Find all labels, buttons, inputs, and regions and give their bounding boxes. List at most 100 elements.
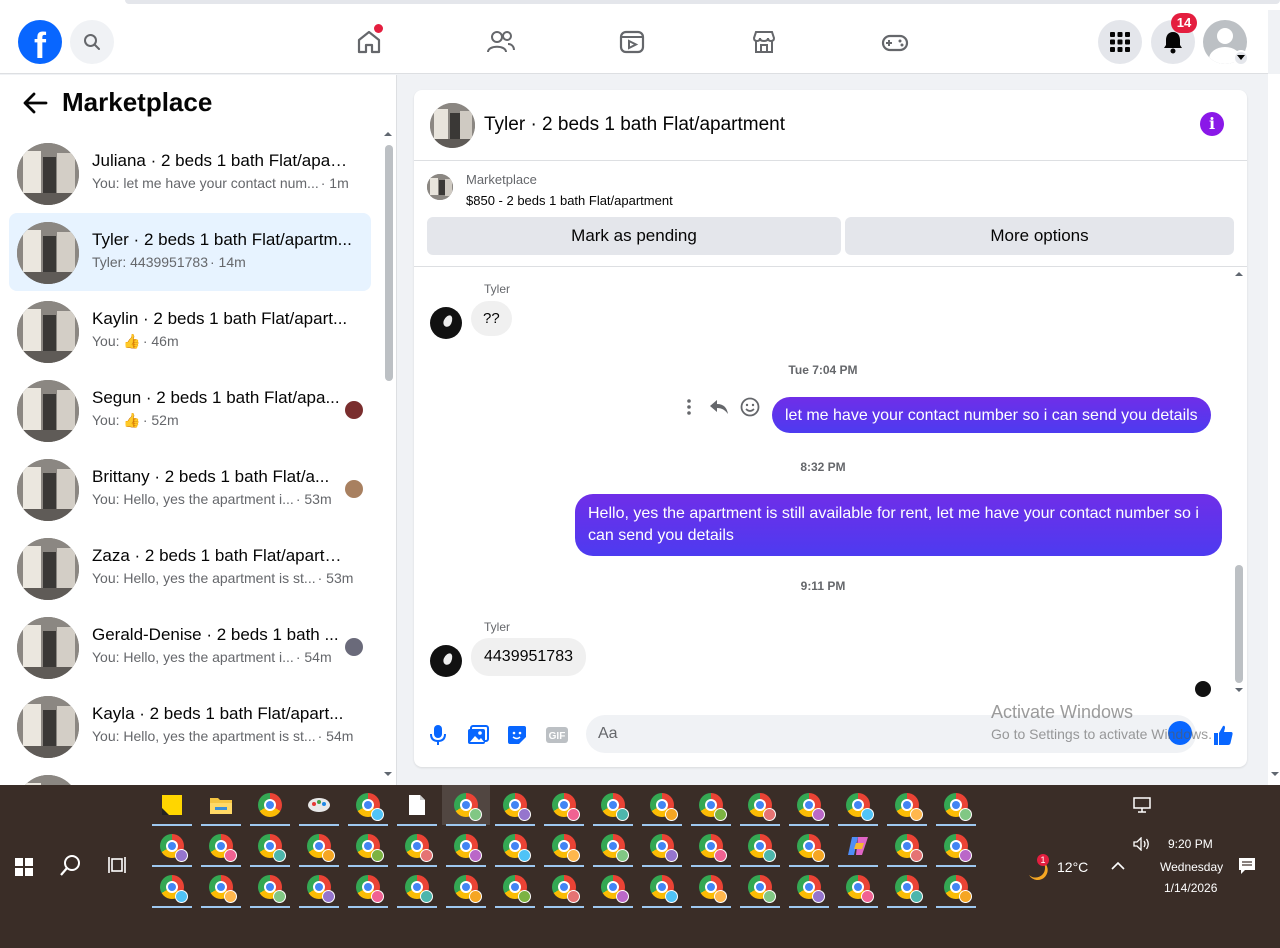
chrome-icon[interactable] <box>540 826 588 867</box>
chrome-icon[interactable] <box>638 785 686 826</box>
chevron-up-icon[interactable] <box>1111 861 1125 871</box>
chrome-icon[interactable] <box>785 785 833 826</box>
outgoing-message[interactable]: Hello, yes the apartment is still availa… <box>575 494 1222 556</box>
notification-center-icon[interactable] <box>1238 857 1256 875</box>
chrome-icon[interactable] <box>442 785 490 826</box>
chrome-icon[interactable] <box>442 826 490 867</box>
chrome-icon[interactable] <box>834 785 882 826</box>
chrome-icon[interactable] <box>295 826 343 867</box>
listing-small-thumbnail[interactable] <box>427 174 453 200</box>
gif-icon[interactable]: GIF <box>544 722 570 748</box>
chrome-icon[interactable] <box>687 826 735 867</box>
chrome-icon[interactable] <box>344 826 392 867</box>
conversation-item[interactable]: Kayla · 2 beds 1 bath Flat/apart... You: … <box>9 687 371 765</box>
chrome-icon[interactable] <box>197 826 245 867</box>
outgoing-message[interactable]: let me have your contact number so i can… <box>772 397 1211 433</box>
chrome-icon[interactable] <box>344 867 392 908</box>
chrome-icon[interactable] <box>246 785 294 826</box>
chrome-icon[interactable] <box>932 785 980 826</box>
clock-time[interactable]: 9:20 PM <box>1168 837 1213 851</box>
chrome-icon[interactable] <box>491 867 539 908</box>
marketplace-tab[interactable] <box>744 24 784 60</box>
chrome-icon[interactable] <box>638 867 686 908</box>
chrome-icon[interactable] <box>785 826 833 867</box>
chrome-icon[interactable] <box>736 867 784 908</box>
chrome-icon[interactable] <box>393 826 441 867</box>
windows-start-icon[interactable] <box>15 858 33 876</box>
chrome-icon[interactable] <box>491 826 539 867</box>
search-button[interactable] <box>70 20 114 64</box>
conversation-item[interactable]: Segun · 2 beds 1 bath Flat/apa... You: 👍 ·… <box>9 371 371 449</box>
sticker-icon[interactable] <box>504 722 530 748</box>
chrome-icon[interactable] <box>883 785 931 826</box>
conversation-item[interactable]: Tyler · 2 beds 1 bath Flat/apartm... Tyle… <box>9 213 371 291</box>
chevron-down-icon[interactable] <box>1233 50 1249 66</box>
listing-price[interactable]: $850 - 2 beds 1 bath Flat/apartment <box>466 193 673 208</box>
notifications-button[interactable]: 14 <box>1151 13 1197 64</box>
sender-avatar[interactable] <box>430 645 462 677</box>
more-options-button[interactable]: More options <box>845 217 1234 255</box>
conversation-item[interactable]: Zaza · 2 beds 1 bath Flat/apartm... You: … <box>9 529 371 607</box>
microphone-icon[interactable] <box>425 722 451 748</box>
thumbs-up-icon[interactable] <box>1210 722 1236 748</box>
home-tab[interactable] <box>349 24 389 60</box>
conversation-item[interactable]: Kaylin · 2 beds 1 bath Flat/apart... You:… <box>9 292 371 370</box>
react-smiley-icon[interactable] <box>739 396 761 418</box>
taskbar-search-icon[interactable] <box>59 853 83 877</box>
chrome-icon[interactable] <box>932 867 980 908</box>
chrome-icon[interactable] <box>589 867 637 908</box>
back-arrow-icon[interactable] <box>22 91 48 115</box>
chrome-icon[interactable] <box>785 867 833 908</box>
more-actions-icon[interactable] <box>678 396 700 418</box>
chrome-icon[interactable] <box>197 867 245 908</box>
clock-date[interactable]: 1/14/2026 <box>1164 881 1217 895</box>
chrome-icon[interactable] <box>442 867 490 908</box>
chrome-icon[interactable] <box>589 826 637 867</box>
reply-icon[interactable] <box>708 396 730 418</box>
chrome-icon[interactable] <box>246 826 294 867</box>
chrome-icon[interactable] <box>932 826 980 867</box>
chrome-icon[interactable] <box>883 867 931 908</box>
chrome-icon[interactable] <box>589 785 637 826</box>
chrome-icon[interactable] <box>148 826 196 867</box>
document-icon[interactable] <box>393 785 441 826</box>
file-explorer-icon[interactable] <box>197 785 245 826</box>
incoming-message[interactable]: 4439951783 <box>471 638 586 676</box>
chrome-icon[interactable] <box>540 867 588 908</box>
chrome-icon[interactable] <box>295 867 343 908</box>
facebook-logo[interactable]: f <box>18 20 62 64</box>
listing-thumbnail[interactable] <box>430 103 475 148</box>
friends-tab[interactable] <box>481 24 521 60</box>
photo-icon[interactable] <box>465 722 491 748</box>
chrome-icon[interactable] <box>638 826 686 867</box>
info-icon[interactable]: i <box>1200 112 1224 136</box>
chrome-icon[interactable] <box>687 785 735 826</box>
chrome-icon[interactable] <box>687 867 735 908</box>
chrome-icon[interactable] <box>736 826 784 867</box>
watch-tab[interactable] <box>612 24 652 60</box>
mark-as-pending-button[interactable]: Mark as pending <box>427 217 841 255</box>
volume-icon[interactable] <box>1133 837 1151 851</box>
chrome-icon[interactable] <box>834 867 882 908</box>
chat-scrollbar[interactable] <box>1232 268 1244 698</box>
page-scrollbar[interactable] <box>1268 74 1280 785</box>
conversation-item[interactable]: Rae · 2 beds 1 bath Flat/apartment <box>9 766 371 785</box>
conversation-item[interactable]: Juliana · 2 beds 1 bath Flat/apart... You… <box>9 134 371 212</box>
sticky-notes-icon[interactable] <box>148 785 196 826</box>
chrome-icon[interactable] <box>540 785 588 826</box>
sender-avatar[interactable] <box>430 307 462 339</box>
task-view-icon[interactable] <box>108 855 130 875</box>
clock-day[interactable]: Wednesday <box>1160 860 1223 874</box>
copilot-icon[interactable] <box>834 826 882 867</box>
sidebar-scrollbar[interactable] <box>383 130 393 780</box>
conversation-item[interactable]: Brittany · 2 beds 1 bath Flat/a... You: H… <box>9 450 371 528</box>
chrome-icon[interactable] <box>736 785 784 826</box>
temperature[interactable]: 12°C <box>1057 859 1088 875</box>
chrome-icon[interactable] <box>148 867 196 908</box>
menu-button[interactable] <box>1098 20 1142 64</box>
chrome-icon[interactable] <box>246 867 294 908</box>
chrome-icon[interactable] <box>883 826 931 867</box>
chrome-icon[interactable] <box>393 867 441 908</box>
conversation-title[interactable]: Tyler · 2 beds 1 bath Flat/apartment <box>484 114 785 136</box>
conversation-item[interactable]: Gerald-Denise · 2 beds 1 bath ... You: He… <box>9 608 371 686</box>
